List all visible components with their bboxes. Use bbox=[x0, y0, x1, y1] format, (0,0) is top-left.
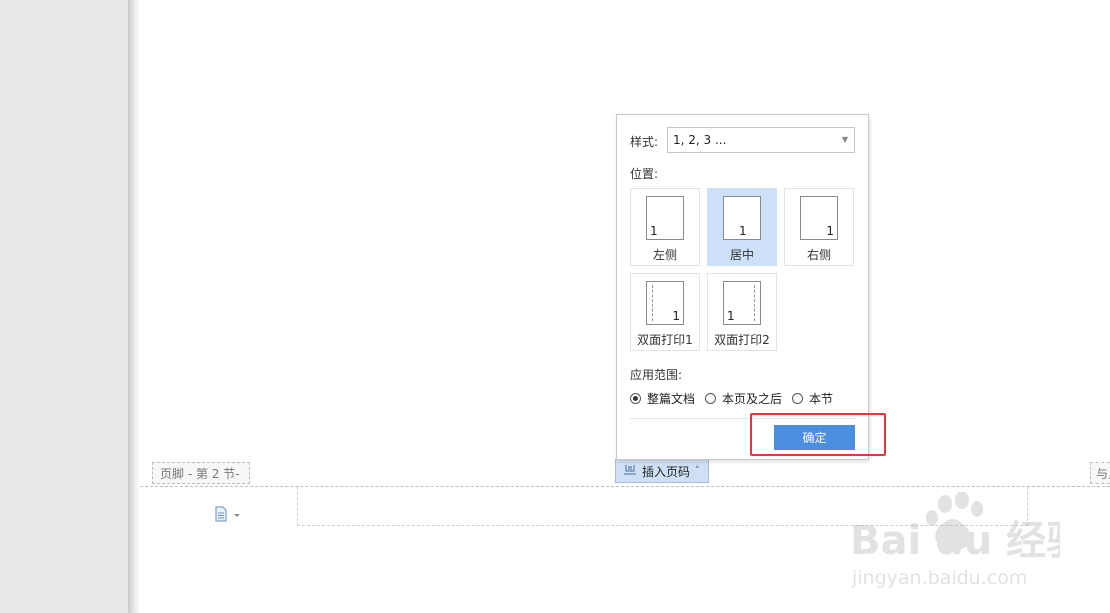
scope-option-whole-document[interactable]: 整篇文档 bbox=[630, 390, 695, 407]
scope-option-this-section[interactable]: 本节 bbox=[792, 390, 833, 407]
position-option-label: 双面打印1 bbox=[637, 333, 693, 347]
baidu-watermark-logo: Bai du 经验 jingyan.baidu.com bbox=[850, 491, 1086, 592]
page-thumbnail-icon: 1 bbox=[800, 196, 838, 240]
insert-page-number-button[interactable]: 插入页码 ˄ bbox=[615, 459, 709, 483]
dropdown-arrow-icon: ▼ bbox=[841, 135, 848, 144]
footer-section-label: 页脚 - 第 2 节- bbox=[152, 462, 250, 484]
chevron-up-icon: ˄ bbox=[695, 466, 700, 476]
page-thumbnail-icon: 1 bbox=[723, 196, 761, 240]
annotation-highlight-box bbox=[750, 413, 886, 456]
style-select[interactable]: 1, 2, 3 ... ▼ bbox=[667, 127, 855, 153]
style-select-value: 1, 2, 3 ... bbox=[673, 133, 727, 147]
position-option-duplex1[interactable]: 1 双面打印1 bbox=[630, 273, 700, 351]
position-option-right[interactable]: 1 右侧 bbox=[784, 188, 854, 266]
position-option-center[interactable]: 1 居中 bbox=[707, 188, 777, 266]
scope-label: 应用范围: bbox=[630, 368, 683, 382]
position-option-duplex2[interactable]: 1 双面打印2 bbox=[707, 273, 777, 351]
page-number-popup: 样式: 1, 2, 3 ... ▼ 位置: 1 左侧 1 居中 1 右侧 1 双… bbox=[616, 114, 869, 460]
radio-unchecked-icon[interactable] bbox=[705, 393, 717, 404]
link-to-previous-tab[interactable]: 与上 bbox=[1090, 462, 1110, 484]
margin-guide bbox=[652, 285, 653, 321]
watermark-url: jingyan.baidu.com bbox=[851, 567, 1027, 589]
position-option-label: 右侧 bbox=[806, 248, 831, 262]
scope-option-this-page-onward[interactable]: 本页及之后 bbox=[705, 390, 782, 407]
page-thumbnail-icon: 1 bbox=[723, 281, 761, 325]
position-option-label: 双面打印2 bbox=[714, 333, 770, 347]
position-option-label: 左侧 bbox=[652, 248, 677, 262]
document-icon[interactable] bbox=[214, 506, 242, 522]
position-option-left[interactable]: 1 左侧 bbox=[630, 188, 700, 266]
margin-guide bbox=[754, 285, 755, 321]
page-shadow bbox=[128, 0, 140, 613]
left-gutter bbox=[0, 0, 128, 613]
page-number-icon bbox=[623, 464, 637, 479]
scope-radio-group: 整篇文档 本页及之后 本节 bbox=[630, 390, 843, 407]
page-thumbnail-icon: 1 bbox=[646, 281, 684, 325]
radio-unchecked-icon[interactable] bbox=[792, 393, 804, 404]
page-thumbnail-icon: 1 bbox=[646, 196, 684, 240]
insert-page-number-label: 插入页码 bbox=[642, 464, 691, 479]
position-label: 位置: bbox=[630, 167, 659, 181]
style-label: 样式: bbox=[630, 135, 659, 149]
position-option-label: 居中 bbox=[729, 248, 754, 262]
watermark-brand: Bai du 经验 bbox=[850, 518, 1060, 564]
radio-checked-icon[interactable] bbox=[630, 393, 641, 404]
